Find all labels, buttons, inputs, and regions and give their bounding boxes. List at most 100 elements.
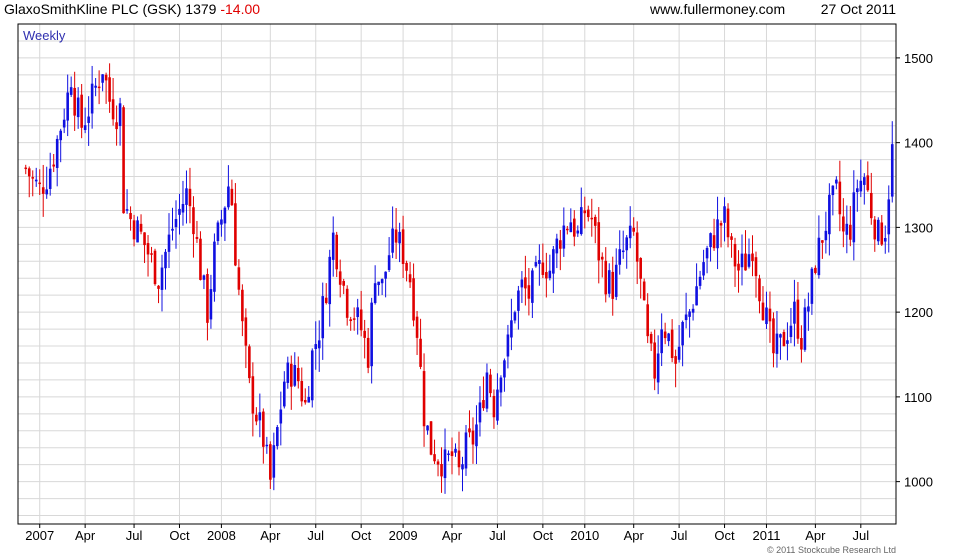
candle-body [66,92,69,121]
candle-body [807,306,810,312]
x-tick-label: Apr [624,528,645,543]
candle-body [391,228,394,253]
candle-body [838,181,842,215]
candle-body [174,218,178,228]
candle-body [789,325,793,338]
candle-body [230,188,234,206]
candle-body [206,274,209,323]
x-tick-label: Jul [489,528,506,543]
candle-body [52,164,55,167]
candle-body [394,229,398,243]
candle-body [873,219,877,240]
candle-body [370,302,373,367]
candle-body [317,340,321,349]
candle-body [831,185,835,196]
candle-body [48,168,52,189]
candle-body [663,331,667,339]
candle-body [814,267,817,273]
candle-body [408,274,412,283]
candle-body [800,338,803,350]
candle-body [506,334,510,357]
candle-body [621,250,625,253]
candle-body [779,334,782,338]
candle-body [740,253,744,268]
candle-body [688,311,691,317]
x-tick-label: 2010 [570,528,599,543]
candle-body [793,301,796,324]
candle-body [590,217,594,220]
candle-body [646,304,649,337]
x-tick-label: Apr [805,528,826,543]
candle-body [293,365,297,386]
candle-body [552,249,555,274]
candle-body [328,256,332,305]
candle-body [531,270,534,303]
candle-body [59,130,62,141]
candle-body [73,87,76,116]
candle-body [129,212,132,220]
candle-body [62,119,66,128]
x-tick-label: 2008 [207,528,236,543]
candle-body [324,297,328,304]
candle-body [698,276,702,286]
candle-body [422,371,426,427]
copyright-notice: © 2011 Stockcube Research Ltd [766,545,896,555]
candle-body [642,281,646,301]
candle-body [164,251,167,269]
candle-body [538,260,541,264]
candle-body [576,230,580,234]
candle-body [307,396,311,403]
candle-body [415,316,419,338]
candle-body [76,97,80,118]
candle-body [614,264,618,297]
candle-body [94,85,97,88]
x-tick-label: 2011 [752,528,780,543]
candle-body [289,363,293,387]
candle-body [419,338,422,367]
candle-body [111,99,115,120]
candle-body [283,381,286,407]
candle-body [255,414,258,422]
candle-body [656,353,660,383]
candle-body [702,262,705,276]
candle-body [482,400,485,409]
candle-body [352,318,356,320]
candle-body [132,220,136,240]
candle-body [534,262,538,267]
candle-body [674,356,677,364]
candle-body [157,285,160,289]
candle-body [450,451,454,457]
candle-body [342,281,345,286]
candle-body [719,223,723,226]
candle-body [618,249,622,265]
x-tick-label: 2007 [25,528,54,543]
candle-body [115,122,118,130]
candle-body [457,450,461,468]
candle-body [569,222,573,233]
candle-body [300,381,304,402]
candle-body [296,367,300,382]
candle-body [712,235,716,249]
y-tick-label: 1500 [904,51,933,66]
x-tick-label: Jul [852,528,869,543]
candle-body [241,289,244,322]
candle-body [520,279,524,288]
candle-body [803,307,807,350]
candle-body [335,234,339,270]
candle-body [705,247,709,259]
candle-body [632,227,635,232]
candle-body [429,421,433,455]
candle-body [412,278,415,321]
period-label: Weekly [23,28,66,43]
candle-body [380,279,384,284]
candle-body [866,175,870,191]
candle-body [220,219,223,225]
candle-body [276,427,279,447]
candle-body [192,207,195,235]
candle-body [314,344,318,350]
candle-body [499,377,503,393]
candle-body [440,464,443,477]
candle-body [856,188,859,193]
candle-body [845,223,849,235]
x-tick-label: Apr [442,528,463,543]
